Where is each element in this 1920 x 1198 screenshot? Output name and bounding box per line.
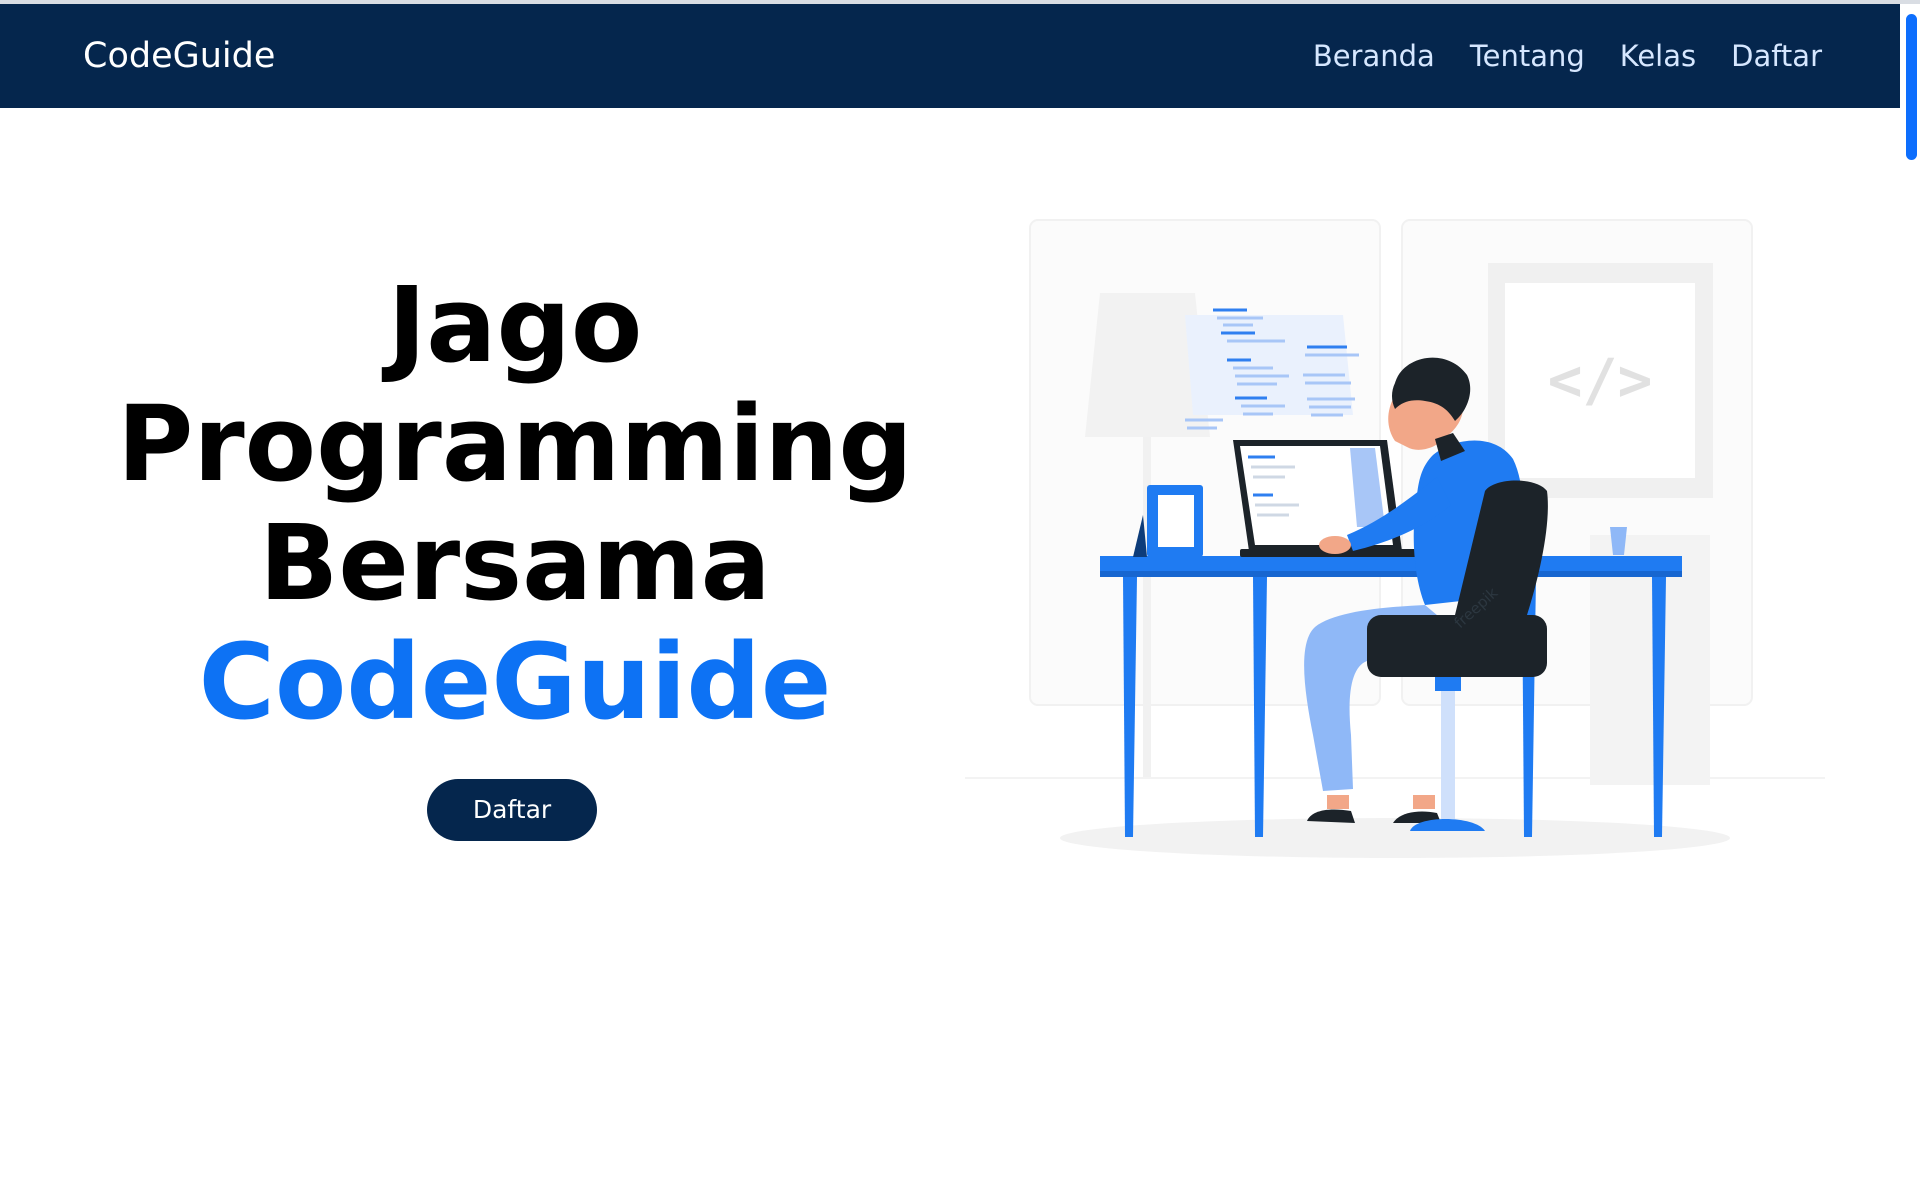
code-sign: </>	[1548, 346, 1653, 414]
daftar-button[interactable]: Daftar	[427, 779, 597, 841]
nav-link-beranda[interactable]: Beranda	[1313, 34, 1435, 78]
chair-joint	[1435, 677, 1461, 691]
desk-edge	[1100, 571, 1682, 577]
nav-links: Beranda Tentang Kelas Daftar	[1313, 34, 1822, 78]
hero-title-accent: CodeGuide	[198, 621, 832, 743]
person-shoe-left	[1307, 809, 1355, 823]
desk-leg-left	[1123, 577, 1137, 837]
person-hand	[1319, 536, 1351, 554]
brand-link[interactable]: CodeGuide	[83, 34, 275, 78]
navbar: CodeGuide Beranda Tentang Kelas Daftar	[0, 4, 1900, 108]
floor-shadow	[1060, 818, 1730, 858]
developer-at-desk-illustration: </> freepik	[965, 219, 1825, 858]
hero-title-line-1: Jago	[387, 264, 643, 386]
hero-title: Jago Programming Bersama CodeGuide	[80, 266, 950, 742]
scrollbar-thumb[interactable]	[1906, 14, 1917, 160]
vertical-scrollbar[interactable]	[1903, 4, 1920, 1198]
hero-title-line-2: Programming	[117, 383, 913, 505]
person-ankle-left	[1327, 795, 1349, 809]
hero-title-line-3: Bersama	[259, 502, 771, 624]
nav-link-kelas[interactable]: Kelas	[1620, 34, 1696, 78]
photo-frame-inner	[1158, 495, 1194, 547]
nav-link-daftar[interactable]: Daftar	[1731, 34, 1822, 78]
desk-leg-inner-left	[1253, 577, 1267, 837]
chair-stem	[1441, 691, 1455, 819]
cup	[1610, 527, 1627, 555]
page: CodeGuide Beranda Tentang Kelas Daftar J…	[0, 0, 1920, 1198]
nav-link-tentang[interactable]: Tentang	[1470, 34, 1585, 78]
person-ankle-right	[1413, 795, 1435, 809]
desk-leg-right	[1652, 577, 1666, 837]
